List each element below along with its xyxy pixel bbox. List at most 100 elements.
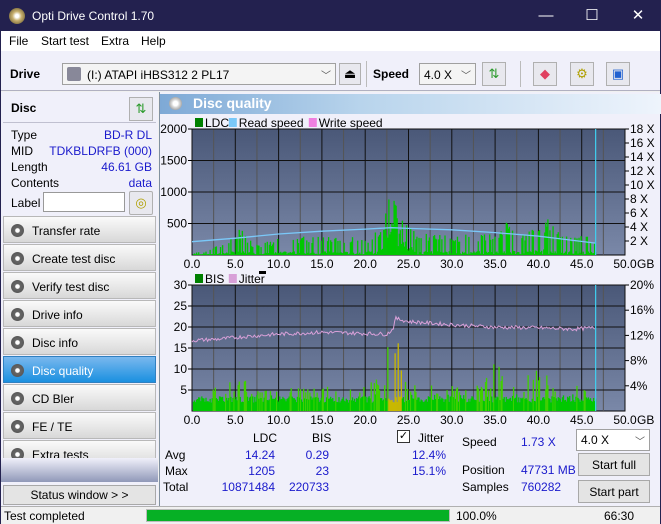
disc-type-value: BD-R DL xyxy=(103,128,152,142)
position-value: 47731 MB xyxy=(521,463,576,477)
nav-transfer-rate[interactable]: Transfer rate xyxy=(3,216,156,243)
samples-value: 760282 xyxy=(521,480,562,494)
status-text: Test completed xyxy=(4,509,85,523)
ldc-bar xyxy=(492,238,494,255)
test-speed-select[interactable]: 4.0 X ﹀ xyxy=(576,429,650,451)
y-tick-label: 10 xyxy=(174,362,188,376)
x-tick-label: 45.0 xyxy=(570,257,594,271)
disc-icon xyxy=(11,308,24,321)
app-window: Opti Drive Control 1.70 — ☐ ✕ File Start… xyxy=(0,0,661,524)
nav-disc-info[interactable]: Disc info xyxy=(3,328,156,355)
disc-icon xyxy=(11,252,24,265)
max-label: Max xyxy=(165,464,188,478)
x-tick-label: 20.0 xyxy=(354,413,378,427)
ldc-bar xyxy=(317,236,319,255)
toolbar-divider xyxy=(520,61,521,87)
nav-label: FE / TE xyxy=(32,420,73,434)
nav-label: Disc quality xyxy=(32,364,94,378)
x-tick-label: 25.0 xyxy=(397,257,421,271)
disc-quality-panel: Disc quality 500 1000 1500 2000 2 X4 X6 X8 X… xyxy=(159,92,661,506)
x-tick-label: 50.0 xyxy=(613,257,637,271)
ldc-bar xyxy=(215,246,218,255)
refresh-button[interactable]: ⇅ xyxy=(482,62,506,86)
avg-bis: 0.29 xyxy=(305,448,329,462)
nav-verify-test-disc[interactable]: Verify test disc xyxy=(3,272,156,299)
ldc-bar xyxy=(351,237,354,255)
status-window-button[interactable]: Status window > > xyxy=(3,485,156,505)
progress-fill xyxy=(147,510,449,521)
erase-button[interactable]: ◆ xyxy=(533,62,557,86)
eject-button[interactable]: ⏏ xyxy=(339,63,361,85)
nav-drive-info[interactable]: Drive info xyxy=(3,300,156,327)
ldc-bar xyxy=(303,236,305,255)
menu-start-test[interactable]: Start test xyxy=(41,34,89,48)
x-tick-label: 30.0 xyxy=(440,257,464,271)
legend-label: Jitter xyxy=(239,272,265,286)
legend-swatch xyxy=(195,274,203,283)
legend-label: BIS xyxy=(205,272,224,286)
ldc-bar xyxy=(420,238,422,255)
toolbar-divider xyxy=(366,61,367,87)
settings-button[interactable]: ⚙ xyxy=(570,62,594,86)
x-tick-label: 45.0 xyxy=(570,413,594,427)
x-tick-label: 15.0 xyxy=(310,413,334,427)
nav-label: Verify test disc xyxy=(32,280,110,294)
total-bis: 220733 xyxy=(288,480,329,494)
nav-disc-quality[interactable]: Disc quality xyxy=(3,356,156,383)
x-tick-label: 5.0 xyxy=(227,413,244,427)
legend-label: Write speed xyxy=(319,116,383,130)
menu-file[interactable]: File xyxy=(9,34,28,48)
max-ldc: 1205 xyxy=(248,464,275,478)
sidebar: Disc ⇅ Type BD-R DL MID TDKBLDRFB (000) … xyxy=(1,92,158,506)
samples-label: Samples xyxy=(462,480,509,494)
drive-label: Drive xyxy=(10,67,41,81)
maximize-button[interactable]: ☐ xyxy=(569,1,615,31)
chevron-down-icon: ﹀ xyxy=(461,71,471,82)
disc-refresh-button[interactable]: ⇅ xyxy=(129,97,153,121)
nav-label: CD Bler xyxy=(32,392,75,406)
disc-label-button[interactable]: ◎ xyxy=(129,191,153,215)
disc-quality-icon xyxy=(169,97,182,110)
nav-fe-te[interactable]: FE / TE xyxy=(3,412,156,439)
x-axis-unit: GB xyxy=(637,257,654,271)
disc-label-input[interactable] xyxy=(43,192,125,212)
y-tick-label: 5 xyxy=(180,383,187,397)
y2-tick-label: 2 X xyxy=(630,234,648,248)
legend-swatch xyxy=(228,274,237,283)
ldc-bar xyxy=(552,226,554,255)
speed-select[interactable]: 4.0 X ﹀ xyxy=(419,63,476,85)
ldc-bar xyxy=(532,230,534,255)
erase-icon: ◆ xyxy=(540,66,550,81)
nav-create-test-disc[interactable]: Create test disc xyxy=(3,244,156,271)
avg-ldc: 14.24 xyxy=(244,448,275,462)
disc-icon: ◎ xyxy=(135,195,147,210)
y2-tick-label: 8% xyxy=(630,354,648,368)
start-part-button[interactable]: Start part xyxy=(578,480,650,503)
menu-extra[interactable]: Extra xyxy=(101,34,129,48)
nav-label: Transfer rate xyxy=(32,224,101,238)
x-tick-label: 15.0 xyxy=(310,257,334,271)
col-bis: BIS xyxy=(312,431,332,445)
jitter-checkbox[interactable]: ✓ xyxy=(397,430,410,443)
close-button[interactable]: ✕ xyxy=(615,1,661,31)
start-full-button[interactable]: Start full xyxy=(578,453,650,476)
ldc-bar xyxy=(374,232,377,255)
jitter-label: Jitter xyxy=(418,431,445,445)
nav-label: Drive info xyxy=(32,308,83,322)
refresh-icon: ⇅ xyxy=(488,66,500,81)
minimize-button[interactable]: — xyxy=(523,1,569,31)
menu-help[interactable]: Help xyxy=(141,34,166,48)
y2-tick-label: 4 X xyxy=(630,220,648,234)
ldc-bar xyxy=(449,238,451,255)
disc-icon xyxy=(11,336,24,349)
ldc-bar xyxy=(481,235,484,255)
disc-icon xyxy=(11,280,24,293)
nav-cd-bler[interactable]: CD Bler xyxy=(3,384,156,411)
x-tick-label: 35.0 xyxy=(483,413,507,427)
drive-select[interactable]: (I:) ATAPI iHBS312 2 PL17 ﹀ xyxy=(62,63,336,85)
save-button[interactable]: ▣ xyxy=(606,62,630,86)
y-tick-label: 15 xyxy=(174,341,188,355)
ldc-bar xyxy=(228,243,230,255)
y2-tick-label: 8 X xyxy=(630,192,648,206)
y2-tick-label: 12 X xyxy=(630,164,655,178)
